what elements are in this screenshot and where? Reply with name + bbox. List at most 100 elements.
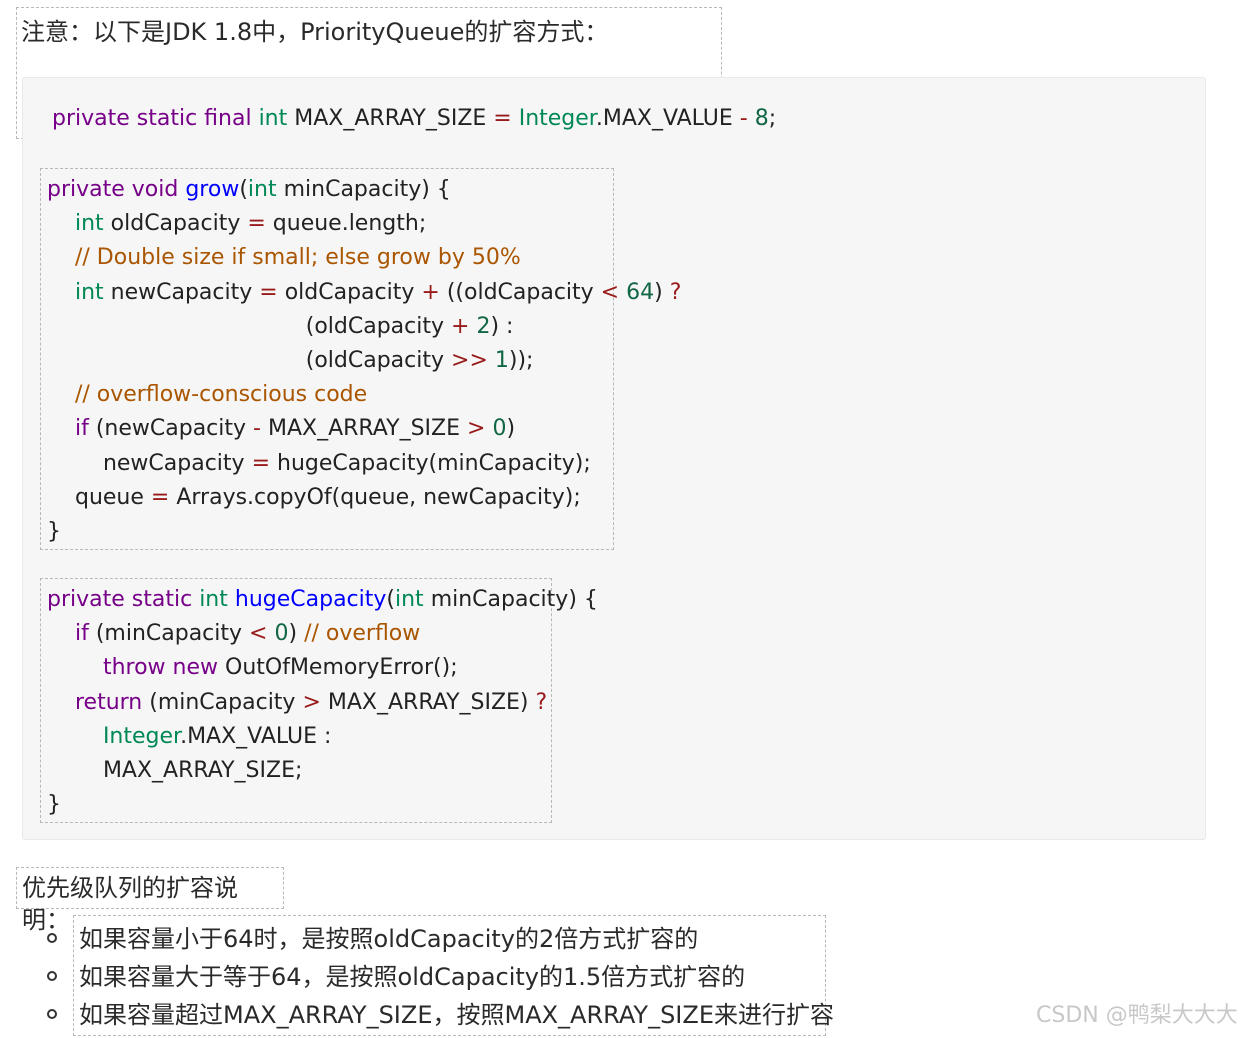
code-token: > [302,689,328,715]
code-token: 0 [492,416,507,442]
code-token: private static [47,587,200,612]
code-token: } [47,518,61,544]
code-token: minCapacity) { [283,177,451,202]
code-line: (oldCapacity + 2) : [47,310,607,344]
code-token: int [47,279,111,305]
code-token: (oldCapacity [47,347,452,373]
code-token: 2 [476,313,491,339]
code-token: < [249,621,275,647]
code-token: (newCapacity [95,416,254,442]
bullet-marker-icon [47,1009,57,1019]
code-token: 64 [626,279,655,305]
code-token: + [421,279,447,305]
code-token: (minCapacity [95,621,250,647]
code-token: return [47,689,150,715]
code-token: ; [768,106,777,131]
code-token: int [258,106,295,131]
code-token: if [47,621,96,647]
code-token: // overflow-conscious code [47,382,368,408]
code-token: = [150,484,177,510]
code-token: private void [47,177,186,202]
code-line: if (minCapacity < 0) // overflow [47,617,545,651]
code-line: (oldCapacity >> 1)); [47,344,607,378]
code-line: private static int hugeCapacity(int minC… [47,583,598,617]
code-token: queue [47,484,151,510]
code-token: ) [288,621,305,647]
code-token: MAX_ARRAY_SIZE [294,106,494,131]
code-token: MAX_ARRAY_SIZE; [47,757,303,783]
code-token: Arrays.copyOf(queue, newCapacity); [176,484,581,510]
code-token: oldCapacity [284,279,422,305]
bullet-list: 如果容量小于64时，是按照oldCapacity的2倍方式扩容的 如果容量大于等… [73,915,834,1036]
bullet-marker-icon [47,933,57,943]
code-token: .MAX_VALUE : [180,723,332,749]
code-token: = [251,450,277,476]
watermark: CSDN @鸭梨大大大 [1036,1003,1238,1028]
code-token: 1 [494,347,509,373]
section-heading: 优先级队列的扩容说明： [16,867,284,934]
code-token: int [47,211,111,237]
list-item: 如果容量大于等于64，是按照oldCapacity的1.5倍方式扩容的 [79,963,746,991]
code-token: .MAX_VALUE [595,106,740,131]
code-token: + [451,313,477,339]
code-token: ) [506,416,516,442]
huge-capacity-method-block: private static int hugeCapacity(int minC… [40,578,598,823]
grow-method-block: private void grow(int minCapacity) { int… [40,168,681,550]
code-line: Integer.MAX_VALUE : [47,720,545,754]
code-token: = [247,211,273,237]
code-token: ? [535,689,548,715]
code-token: ? [669,279,682,305]
code-token: private static final [52,106,259,131]
code-token: } [47,792,61,818]
code-token: 8 [754,106,769,131]
code-token: queue.length; [272,211,427,237]
code-line: } [47,788,545,822]
code-token: hugeCapacity(minCapacity); [277,450,591,476]
code-token: oldCapacity [110,211,248,237]
code-token: OutOfMemoryError(); [225,655,458,681]
code-token: minCapacity) { [430,587,598,612]
code-token: // Double size if small; else grow by 50… [47,245,521,271]
code-token: = [493,106,519,131]
code-token: newCapacity [47,450,252,476]
bullet-marker-icon [47,971,57,981]
code-token: - [739,106,755,131]
code-line: newCapacity = hugeCapacity(minCapacity); [47,447,607,481]
code-token: MAX_ARRAY_SIZE) [327,689,536,715]
code-token: ( [386,587,395,612]
code-token: // overflow [304,621,421,647]
max-array-size-declaration: private static final int MAX_ARRAY_SIZE … [52,102,776,136]
code-line: queue = Arrays.copyOf(queue, newCapacity… [47,481,607,515]
code-token: ) [654,279,670,305]
code-token: throw new [47,655,225,681]
code-line: private void grow(int minCapacity) { [47,173,607,207]
code-line: int oldCapacity = queue.length; [47,207,607,241]
code-line: // overflow-conscious code [47,378,607,412]
code-line: MAX_ARRAY_SIZE; [47,754,545,788]
list-item: 如果容量小于64时，是按照oldCapacity的2倍方式扩容的 [79,925,699,953]
code-token: int [247,177,284,202]
code-token: hugeCapacity [234,587,387,612]
code-token: ((oldCapacity [446,279,601,305]
code-token: )); [508,347,534,373]
code-token: int [395,587,431,612]
code-token: int [199,587,235,612]
code-token: ( [239,177,248,202]
code-token: newCapacity [110,279,260,305]
code-token: > [467,416,493,442]
code-token: < [600,279,627,305]
code-token: Integer [518,106,596,131]
code-line: int newCapacity = oldCapacity + ((oldCap… [47,276,681,310]
code-line: // Double size if small; else grow by 50… [47,241,607,275]
code-line: } [47,515,607,549]
code-token: MAX_ARRAY_SIZE [267,416,467,442]
code-token: = [259,279,285,305]
code-token: 0 [274,621,289,647]
code-token: - [253,416,268,442]
code-token: grow [185,177,240,202]
list-item: 如果容量超过MAX_ARRAY_SIZE，按照MAX_ARRAY_SIZE来进行… [79,1001,834,1029]
note-heading-text: 注意：以下是JDK 1.8中，PriorityQueue的扩容方式： [21,18,609,46]
code-token: >> [451,347,495,373]
code-token: if [47,416,96,442]
code-line: if (newCapacity - MAX_ARRAY_SIZE > 0) [47,412,607,446]
